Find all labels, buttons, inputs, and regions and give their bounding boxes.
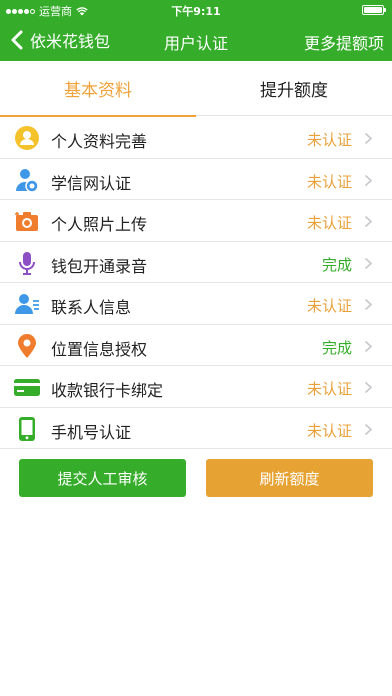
tab-raise-limit[interactable]: 提升额度 <box>196 61 392 116</box>
status-badge: 完成 <box>321 338 352 357</box>
status-badge: 未认证 <box>306 131 352 149</box>
chevron-right-icon <box>364 257 373 269</box>
list-item-location[interactable]: 位置信息授权 完成 <box>0 325 392 366</box>
app-header: 运营商 下午9:11 依米花钱包 用户认证 更多提额项 <box>0 0 392 61</box>
status-badge: 未认证 <box>306 421 352 440</box>
status-badge: 未认证 <box>306 380 352 398</box>
chevron-right-icon <box>364 174 373 186</box>
chevron-left-icon <box>11 30 23 50</box>
list-item-contacts[interactable]: 联系人信息 未认证 <box>0 283 392 325</box>
status-time: 下午9:11 <box>171 5 221 18</box>
more-limit-button[interactable]: 更多提额项 <box>304 30 384 54</box>
camera-icon <box>15 212 38 231</box>
location-pin-icon <box>18 333 36 358</box>
tab-bar: 基本资料 提升额度 <box>0 61 392 117</box>
submit-manual-review-button[interactable]: 提交人工审核 <box>19 459 186 497</box>
back-button[interactable]: 依米花钱包 <box>8 28 110 52</box>
tab-basic-info[interactable]: 基本资料 <box>0 61 196 117</box>
status-badge: 未认证 <box>306 172 352 191</box>
list-item-label: 联系人信息 <box>51 298 132 317</box>
refresh-limit-button[interactable]: 刷新额度 <box>206 459 373 497</box>
chevron-right-icon <box>364 298 373 311</box>
chevron-right-icon <box>364 340 373 352</box>
chevron-right-icon <box>364 215 373 228</box>
list-item-label: 收款银行卡绑定 <box>51 381 164 400</box>
chevron-right-icon <box>364 132 373 145</box>
list-item-label: 钱包开通录音 <box>51 256 148 276</box>
phone-icon <box>19 416 35 441</box>
tab-raise-limit-label: 提升额度 <box>260 81 328 101</box>
list-item-label: 个人照片上传 <box>51 215 148 234</box>
list-item-bank-card[interactable]: 收款银行卡绑定 未认证 <box>0 366 392 408</box>
list-item-label: 学信网认证 <box>51 173 132 193</box>
list-item-label: 手机号认证 <box>51 422 132 442</box>
contacts-icon <box>15 294 39 314</box>
list-item-photo-upload[interactable]: 个人照片上传 未认证 <box>0 200 392 242</box>
list-item-wallet-recording[interactable]: 钱包开通录音 完成 <box>0 242 392 283</box>
verification-list: 个人资料完善 未认证 学信网认证 未认证 个人照片上传 未认证 钱包开通录音 完… <box>0 117 392 449</box>
battery-icon <box>362 5 386 15</box>
microphone-icon <box>19 251 35 275</box>
status-badge: 未认证 <box>306 297 352 315</box>
list-item-label: 位置信息授权 <box>51 339 148 359</box>
bank-card-icon <box>14 379 40 396</box>
tab-basic-info-label: 基本资料 <box>64 81 132 101</box>
list-item-xuexin[interactable]: 学信网认证 未认证 <box>0 159 392 200</box>
status-badge: 完成 <box>321 255 352 274</box>
student-user-icon <box>16 168 39 193</box>
list-item-personal-info[interactable]: 个人资料完善 未认证 <box>0 117 392 159</box>
user-profile-icon <box>15 126 39 150</box>
status-bar: 运营商 下午9:11 <box>0 0 392 20</box>
navbar: 依米花钱包 用户认证 更多提额项 <box>0 20 392 61</box>
chevron-right-icon <box>364 381 373 394</box>
list-item-label: 个人资料完善 <box>51 132 148 151</box>
chevron-right-icon <box>364 423 373 435</box>
back-label: 依米花钱包 <box>30 32 111 51</box>
status-badge: 未认证 <box>306 214 352 232</box>
list-item-phone[interactable]: 手机号认证 未认证 <box>0 408 392 449</box>
